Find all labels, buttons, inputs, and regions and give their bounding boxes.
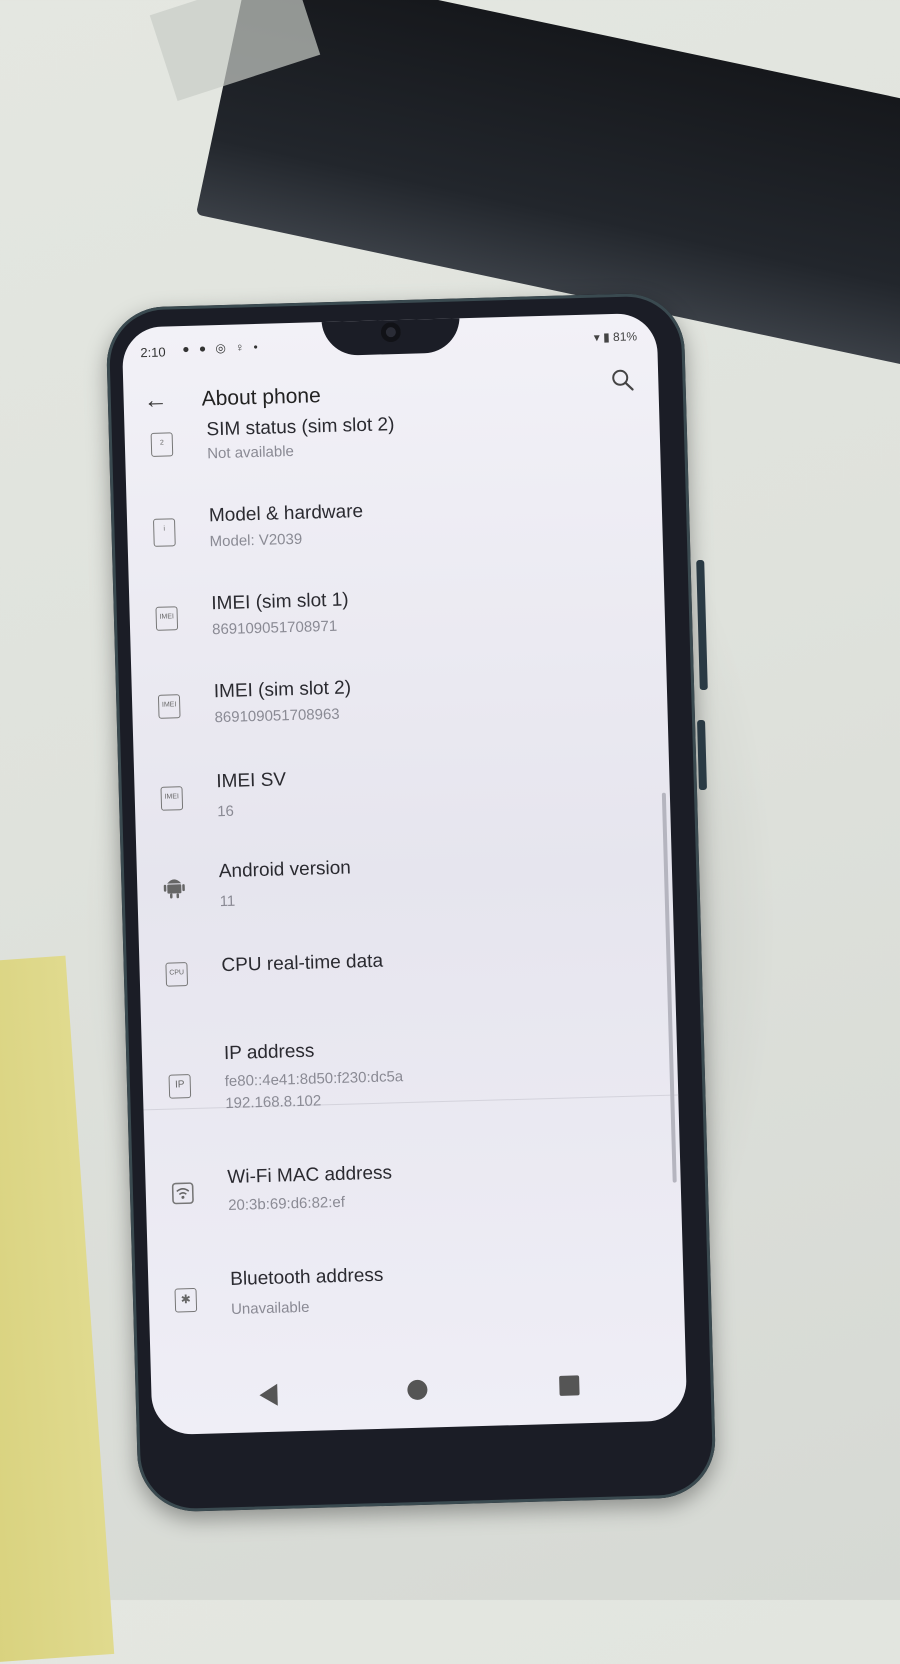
wifi-icon [171,1182,194,1205]
item-title: Bluetooth address [229,1264,384,1291]
list-item-android-version[interactable]: Android version 11 [137,849,672,910]
imei-sv-icon: IMEI [160,786,184,811]
item-title: IMEI (sim slot 1) [211,589,349,615]
ip-icon: IP [168,1074,192,1099]
item-title: IP address [223,1040,315,1065]
item-subtitle: fe80::4e41:8d50:f230:dc5a [224,1068,404,1091]
item-title: SIM status (sim slot 2) [206,414,395,441]
sim-card-icon: 2 [150,432,174,457]
status-time: 2:10 [140,344,166,361]
item-title: IMEI (sim slot 2) [213,677,352,703]
item-subtitle: 20:3b:69:d6:82:ef [227,1193,346,1215]
bluetooth-icon: ✱ [174,1287,198,1313]
list-item-bluetooth-address[interactable]: ✱ Bluetooth address Unavailable [148,1256,683,1318]
section-divider [143,1094,679,1111]
imei-icon: IMEI [157,694,181,719]
item-title: CPU real-time data [221,950,384,977]
list-item-imei-slot-2[interactable]: IMEI IMEI (sim slot 2) 869109051708963 [132,669,667,726]
nav-home-icon[interactable] [407,1379,428,1401]
item-subtitle: 11 [219,892,236,911]
phone-screen: 2:10 ● ● ◎ ♀ • ▾ ▮ 81% ← About phone 2 S… [121,312,688,1436]
item-subtitle: 869109051708971 [211,617,338,639]
cpu-icon: CPU [165,962,189,987]
list-item-imei-sv[interactable]: IMEI IMEI SV 16 [134,759,669,820]
search-icon[interactable] [610,367,637,394]
item-title: Model & hardware [208,501,364,527]
item-subtitle-secondary: 192.168.8.102 [225,1092,322,1113]
item-title: Wi-Fi MAC address [227,1162,393,1189]
phone-info-icon: i [152,518,176,547]
item-subtitle: Unavailable [230,1298,310,1319]
list-item-model-hardware[interactable]: i Model & hardware Model: V2039 [127,493,662,550]
notification-icons: ● ● ◎ ♀ • [182,339,261,356]
list-item-imei-slot-1[interactable]: IMEI IMEI (sim slot 1) 869109051708971 [129,581,664,638]
item-subtitle: 869109051708963 [214,705,340,727]
item-subtitle: Not available [206,442,295,463]
imei-icon: IMEI [155,606,179,631]
android-icon [163,879,185,899]
battery-status: ▾ ▮ 81% [593,329,638,345]
nav-back-icon[interactable] [259,1383,278,1407]
page-title: About phone [201,384,322,411]
item-subtitle: 16 [216,802,235,821]
item-title: Android version [218,857,352,883]
list-item-cpu-realtime[interactable]: CPU CPU real-time data [139,943,674,987]
navigation-bar [151,1350,688,1435]
item-subtitle: Model: V2039 [209,530,303,551]
list-item-ip-address[interactable]: IP IP address fe80::4e41:8d50:f230:dc5a … [142,1030,677,1112]
nav-recents-icon[interactable] [559,1375,580,1396]
back-arrow-icon[interactable]: ← [143,386,168,415]
list-item-wifi-mac[interactable]: Wi-Fi MAC address 20:3b:69:d6:82:ef [145,1154,680,1214]
item-title: IMEI SV [216,769,287,793]
